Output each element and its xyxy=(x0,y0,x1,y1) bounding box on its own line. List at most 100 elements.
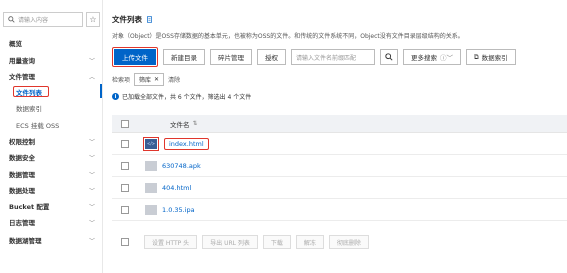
chevron-down-icon: ﹀ xyxy=(88,188,95,195)
set-http-header-button[interactable]: 设置 HTTP 头 xyxy=(144,235,198,249)
permanent-delete-button[interactable]: 彻底删除 xyxy=(328,235,369,249)
sidebar-item-data-index[interactable]: 数据索引 xyxy=(0,102,103,114)
chevron-up-icon: ︿ xyxy=(88,74,95,81)
file-table: 文件名 ⇅ </> index.html 630748.apk 404.html… xyxy=(112,115,567,221)
table-header: 文件名 ⇅ xyxy=(112,115,567,133)
file-prefix-search-input[interactable]: 请输入文件名前缀匹配 xyxy=(291,49,375,65)
table-row[interactable]: </> index.html xyxy=(112,133,567,155)
load-info-text: 已加载全部文件，共 6 个文件，筛选出 4 个文件 xyxy=(122,94,252,101)
row-checkbox[interactable] xyxy=(121,139,129,148)
page-title-text: 文件列表 xyxy=(112,15,142,24)
sidebar-item-label: 数据处理 xyxy=(9,187,35,195)
table-row[interactable]: 404.html xyxy=(112,177,567,199)
sidebar-item-label: 概览 xyxy=(9,40,22,48)
sidebar-item-bucket-config[interactable]: Bucket 配置 ﹀ xyxy=(0,200,103,212)
more-search-button[interactable]: 更多搜索 ⓘ﹀ xyxy=(403,49,461,65)
search-button[interactable] xyxy=(380,49,398,65)
sidebar-item-label: 权限控制 xyxy=(9,138,35,146)
new-directory-button[interactable]: 新建目录 xyxy=(163,49,205,65)
chevron-down-icon: ﹀ xyxy=(88,155,95,162)
chevron-down-icon: ﹀ xyxy=(88,58,95,65)
file-icon xyxy=(145,182,157,193)
chevron-down-icon: ﹀ xyxy=(88,220,95,227)
sidebar-item-file-management[interactable]: 文件管理 ︿ xyxy=(0,70,103,82)
sidebar-item-overview[interactable]: 概览 xyxy=(0,37,103,49)
more-search-label: 更多搜索 xyxy=(411,54,437,62)
file-name-link[interactable]: 1.0.35.ipa xyxy=(162,206,195,214)
chevron-down-icon: ﹀ xyxy=(88,172,95,179)
chevron-down-icon: ⓘ﹀ xyxy=(440,54,453,62)
sidebar-item-label: 用量查询 xyxy=(9,57,35,65)
row-checkbox[interactable] xyxy=(121,205,129,214)
filter-tag-label: 筛库 xyxy=(139,77,152,84)
export-url-list-button[interactable]: 导出 URL 列表 xyxy=(202,235,258,249)
file-icon xyxy=(145,160,157,171)
sidebar-item-usage[interactable]: 用量查询 ﹀ xyxy=(0,54,103,66)
sidebar-search-row: 请输入内容 ☆ xyxy=(3,12,100,27)
info-icon: i xyxy=(112,93,119,100)
sidebar-item-label: 数据湖管理 xyxy=(9,237,42,245)
file-name-link[interactable]: index.html xyxy=(164,137,209,150)
sidebar-item-permission[interactable]: 权限控制 ﹀ xyxy=(0,135,103,147)
sidebar-search-input[interactable]: 请输入内容 xyxy=(3,12,83,27)
load-info: i 已加载全部文件，共 6 个文件，筛选出 4 个文件 xyxy=(112,92,251,101)
data-index-button[interactable]: ⧉ 数据索引 xyxy=(466,49,516,65)
file-icon xyxy=(145,204,157,215)
sidebar-item-ecs-mount[interactable]: ECS 挂载 OSS xyxy=(0,119,103,131)
sidebar-item-log-management[interactable]: 日志管理 ﹀ xyxy=(0,216,103,228)
upload-highlight: 上传文件 xyxy=(112,47,158,67)
sidebar: 请输入内容 ☆ 概览 用量查询 ﹀ 文件管理 ︿ 文件列表 数据索引 ECS 挂载 … xyxy=(0,0,103,273)
chevron-down-icon: ﹀ xyxy=(88,238,95,245)
sidebar-item-label: 数据安全 xyxy=(9,154,35,162)
favorite-star-button[interactable]: ☆ xyxy=(86,12,100,27)
page-description: 对象（Object）是OSS存储数据的基本单元，也被称为OSS的文件。和传统的文… xyxy=(112,33,464,40)
sidebar-item-label: ECS 挂载 OSS xyxy=(16,122,60,130)
row-checkbox[interactable] xyxy=(121,161,129,170)
main-content: 文件列表 对象（Object）是OSS存储数据的基本单元，也被称为OSS的文件。… xyxy=(104,0,567,273)
file-name-link[interactable]: 404.html xyxy=(162,184,191,192)
table-row[interactable]: 1.0.35.ipa xyxy=(112,199,567,221)
table-row[interactable]: 630748.apk xyxy=(112,155,567,177)
sidebar-item-label: 数据管理 xyxy=(9,171,35,179)
filter-row: 检索项 筛库 ✕ 清除 xyxy=(112,73,180,86)
sidebar-item-data-processing[interactable]: 数据处理 ﹀ xyxy=(0,184,103,196)
sidebar-item-data-lake[interactable]: 数据湖管理 ﹀ xyxy=(0,234,103,246)
bulk-select-checkbox[interactable] xyxy=(121,238,129,246)
thumbnail-highlight: </> xyxy=(143,136,159,151)
sort-icon[interactable]: ⇅ xyxy=(193,120,198,127)
external-link-icon: ⧉ xyxy=(474,52,479,61)
page-title: 文件列表 xyxy=(112,14,153,25)
bulk-action-bar: 设置 HTTP 头 导出 URL 列表 下载 解冻 彻底删除 xyxy=(112,233,369,251)
sidebar-item-label: 日志管理 xyxy=(9,219,35,227)
active-item-indicator xyxy=(100,84,102,98)
data-index-label: 数据索引 xyxy=(481,54,508,62)
unfreeze-button[interactable]: 解冻 xyxy=(295,235,324,249)
filter-label: 检索项 xyxy=(112,77,131,84)
clear-filter-link[interactable]: 清除 xyxy=(168,75,180,84)
row-checkbox[interactable] xyxy=(121,183,129,192)
sidebar-item-data-management[interactable]: 数据管理 ﹀ xyxy=(0,168,103,180)
chevron-down-icon: ﹀ xyxy=(88,204,95,211)
search-icon xyxy=(385,53,393,61)
select-all-checkbox[interactable] xyxy=(121,119,129,128)
search-icon xyxy=(8,16,15,23)
html-file-icon: </> xyxy=(145,138,157,149)
chevron-down-icon: ﹀ xyxy=(88,139,95,146)
upload-file-button[interactable]: 上传文件 xyxy=(114,49,156,65)
filter-tag[interactable]: 筛库 ✕ xyxy=(134,73,165,86)
toolbar: 上传文件 新建目录 碎片管理 授权 请输入文件名前缀匹配 更多搜索 ⓘ﹀ ⧉ 数… xyxy=(112,47,516,67)
column-header-filename[interactable]: 文件名 ⇅ xyxy=(170,119,198,129)
sidebar-item-data-security[interactable]: 数据安全 ﹀ xyxy=(0,151,103,163)
file-name-link[interactable]: 630748.apk xyxy=(162,162,201,170)
star-icon: ☆ xyxy=(89,15,97,24)
close-icon[interactable]: ✕ xyxy=(154,76,159,83)
fragment-management-button[interactable]: 碎片管理 xyxy=(210,49,252,65)
authorize-button[interactable]: 授权 xyxy=(257,49,286,65)
sidebar-search-placeholder: 请输入内容 xyxy=(18,17,49,24)
download-button[interactable]: 下载 xyxy=(262,235,291,249)
document-icon[interactable] xyxy=(146,16,153,23)
active-item-highlight xyxy=(13,86,49,97)
sidebar-item-label: 文件管理 xyxy=(9,73,35,81)
sidebar-item-label: Bucket 配置 xyxy=(9,203,50,211)
sidebar-item-label: 数据索引 xyxy=(16,105,42,113)
